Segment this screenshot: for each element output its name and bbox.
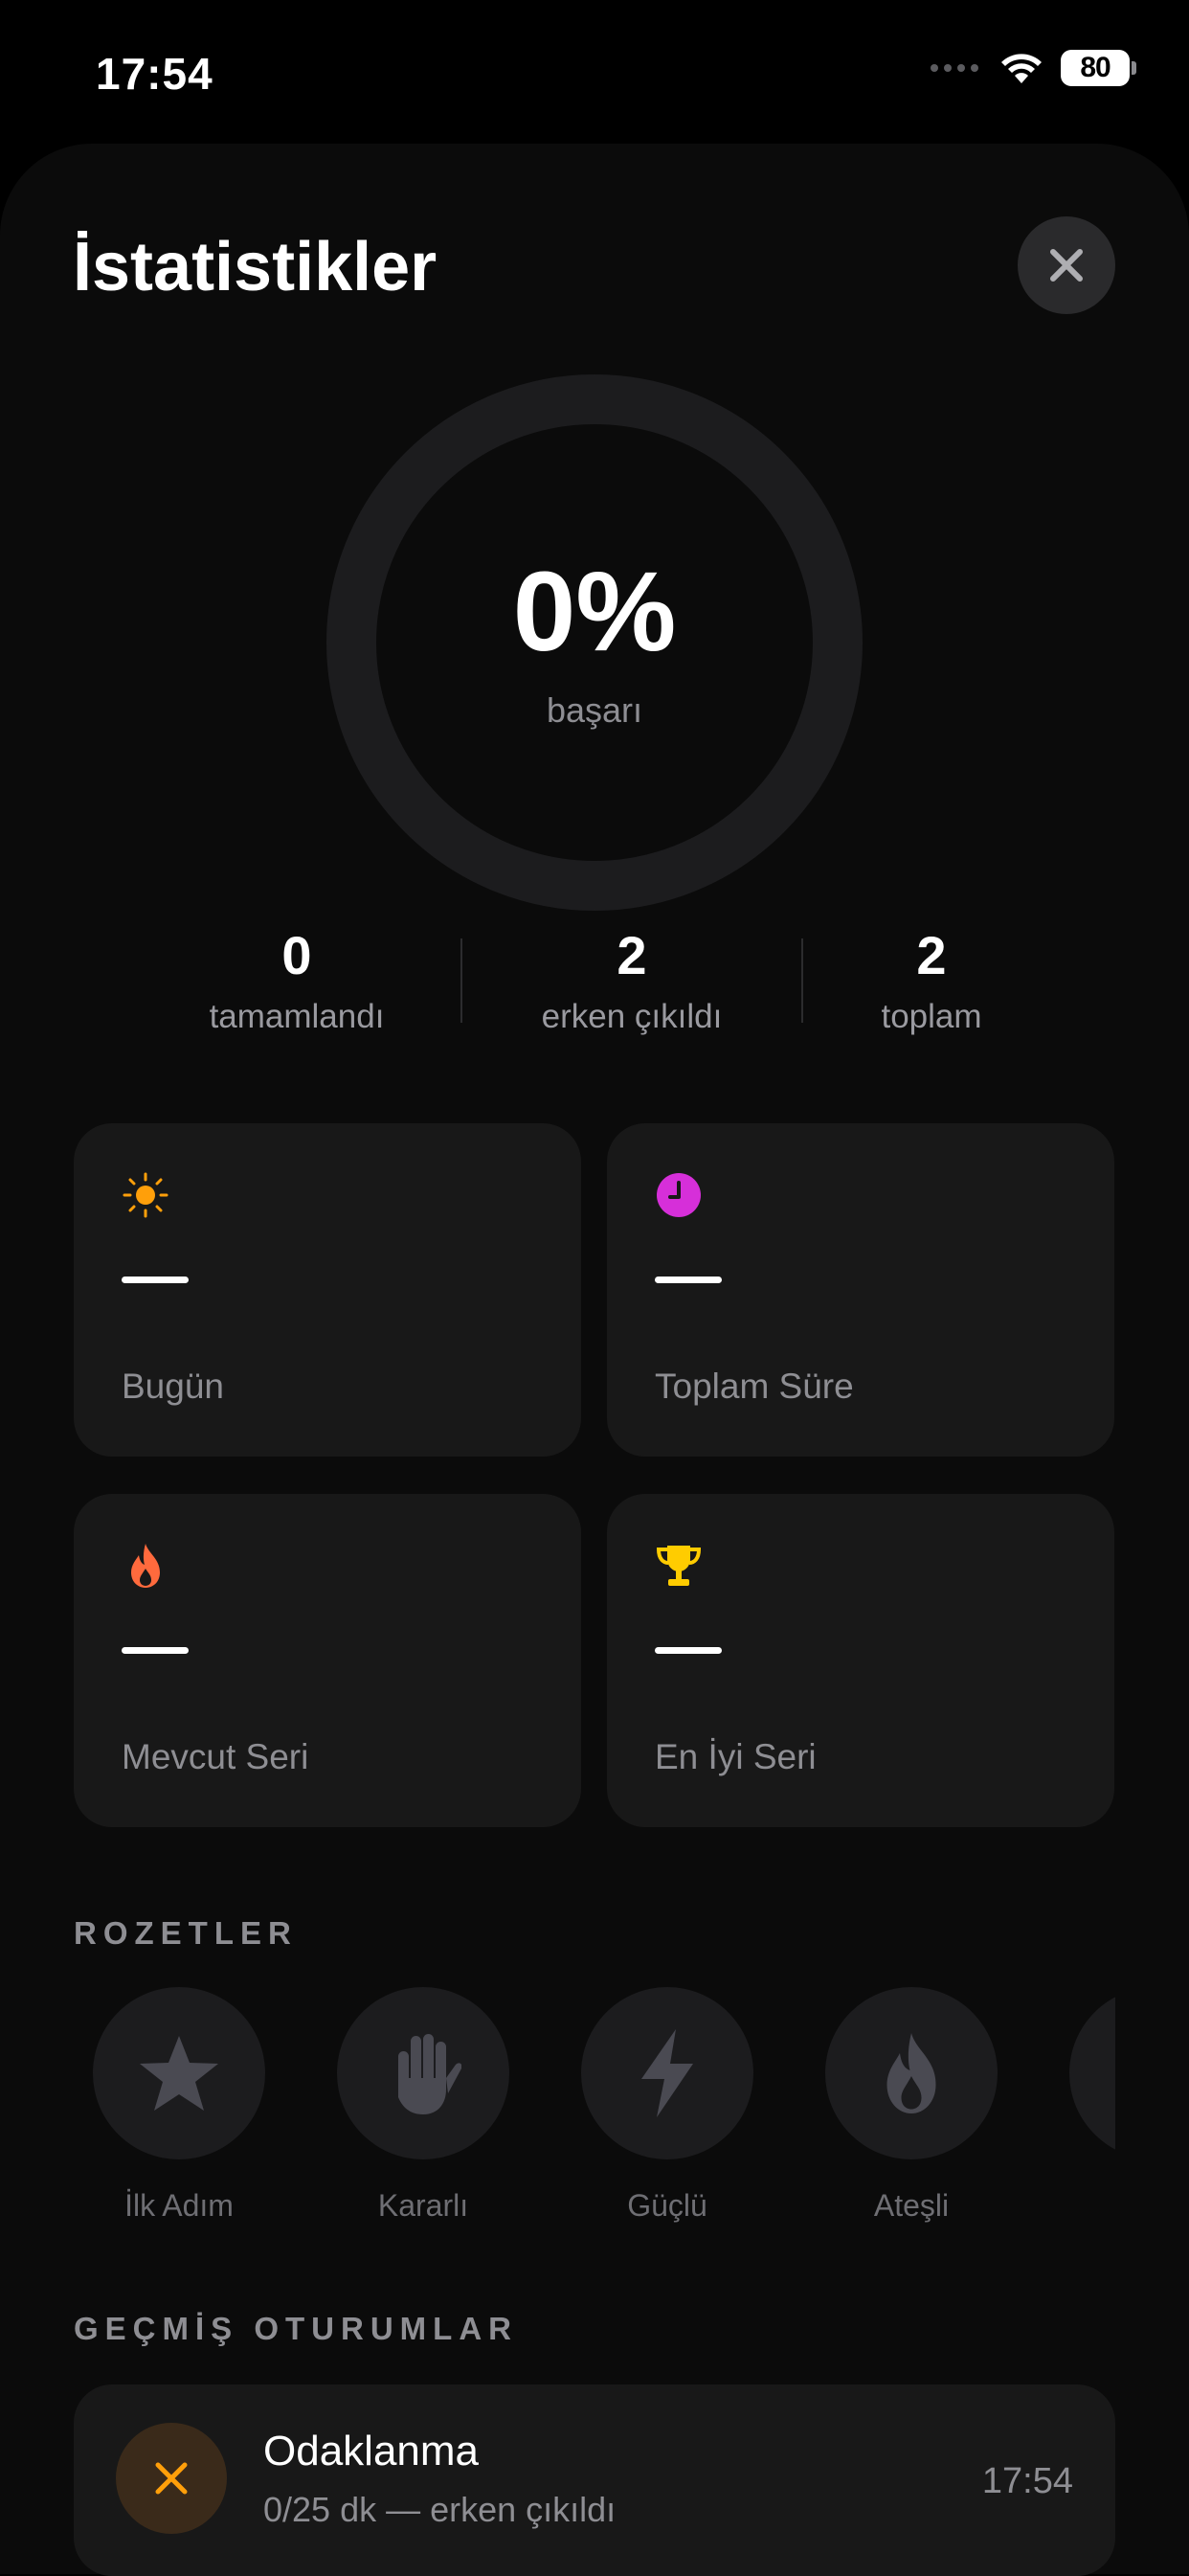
battery-level: 80 (1080, 52, 1110, 83)
battery-icon: 80 (1061, 50, 1130, 86)
close-button[interactable] (1018, 216, 1115, 314)
battery-nub (1132, 61, 1136, 75)
statistics-sheet: İstatistikler 0% başarı (0, 144, 1189, 2574)
status-bar: 17:54 80 (0, 0, 1189, 144)
success-percentage: 0% (512, 549, 677, 675)
close-icon (1050, 249, 1083, 282)
status-icons: 80 (931, 50, 1136, 86)
page-title: İstatistikler (73, 229, 437, 305)
wifi-icon (1001, 54, 1042, 83)
success-label: başarı (546, 690, 643, 730)
success-ring: 0% başarı (326, 374, 863, 911)
cellular-signal-icon (931, 64, 978, 72)
status-time: 17:54 (96, 49, 213, 99)
